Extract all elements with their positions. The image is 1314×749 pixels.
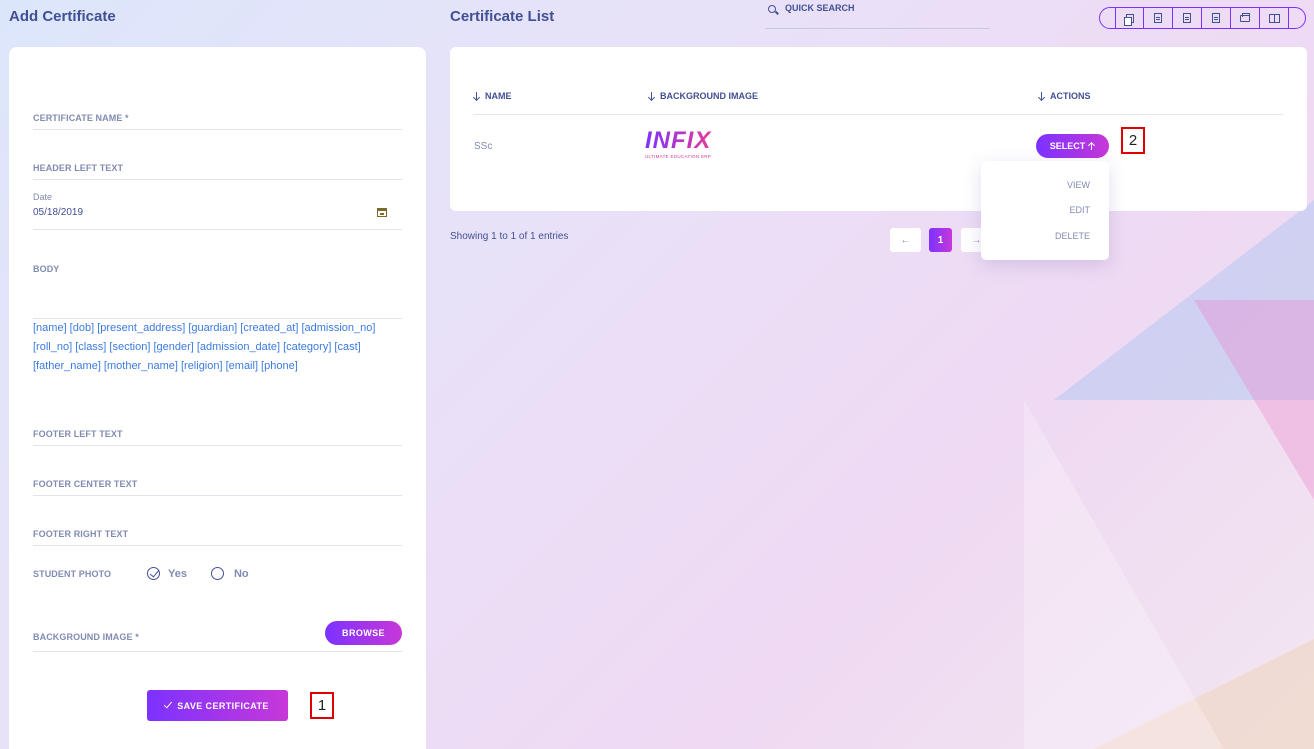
header-divider — [473, 114, 1283, 115]
sort-arrow-icon — [649, 91, 655, 101]
column-header-actions[interactable]: ACTIONS — [1039, 91, 1091, 101]
page-button-1[interactable]: 1 — [929, 228, 952, 252]
background-image-thumbnail: INFIX ULTIMATE EDUCATION ERP — [645, 129, 727, 165]
footer-right-text-field[interactable]: FOOTER RIGHT TEXT — [33, 529, 402, 546]
footer-right-text-label: FOOTER RIGHT TEXT — [33, 529, 129, 539]
background-shape — [1024, 400, 1224, 749]
excel-icon — [1154, 13, 1162, 23]
arrow-up-icon — [1089, 142, 1095, 150]
header-left-text-field[interactable]: HEADER LEFT TEXT — [33, 163, 402, 180]
photo-no-radio[interactable]: No — [210, 567, 249, 580]
columns-icon — [1268, 13, 1280, 23]
quick-search[interactable] — [765, 3, 990, 29]
csv-icon — [1183, 13, 1191, 23]
footer-left-text-label: FOOTER LEFT TEXT — [33, 429, 123, 439]
sort-arrow-icon — [1039, 91, 1045, 101]
search-input[interactable] — [785, 3, 985, 13]
date-value: 05/18/2019 — [33, 207, 84, 218]
select-actions-button[interactable]: SELECT — [1036, 134, 1109, 158]
certificate-list-title: Certificate List — [450, 8, 555, 25]
copy-button[interactable] — [1115, 8, 1144, 28]
photo-no-label: No — [233, 567, 249, 580]
print-icon — [1240, 12, 1250, 22]
check-circle-icon — [147, 567, 160, 580]
body-label: BODY — [33, 264, 60, 274]
save-certificate-button[interactable]: SAVE CERTIFICATE — [147, 690, 288, 721]
sort-arrow-icon — [474, 91, 480, 101]
annotation-marker-2: 2 — [1121, 127, 1145, 154]
previous-page-button[interactable]: ← — [890, 228, 921, 252]
pdf-button[interactable] — [1202, 8, 1231, 28]
column-header-name[interactable]: NAME — [474, 91, 512, 101]
date-field[interactable]: Date 05/18/2019 — [33, 192, 402, 230]
pdf-icon — [1212, 13, 1220, 23]
photo-yes-radio[interactable]: Yes — [147, 567, 187, 580]
certificate-name-field[interactable]: CERTIFICATE NAME * — [33, 113, 402, 130]
annotation-marker-1: 1 — [310, 692, 334, 719]
save-certificate-label: SAVE CERTIFICATE — [177, 700, 269, 711]
check-icon — [164, 699, 173, 709]
add-certificate-form: CERTIFICATE NAME * HEADER LEFT TEXT Date… — [9, 47, 426, 749]
photo-yes-label: Yes — [168, 567, 187, 580]
export-toolbar — [1099, 7, 1306, 29]
calendar-icon[interactable] — [377, 208, 387, 217]
csv-button[interactable] — [1173, 8, 1202, 28]
column-header-label: BACKGROUND IMAGE — [660, 91, 758, 101]
search-icon — [768, 5, 776, 13]
placeholder-tags: [name] [dob] [present_address] [guardian… — [33, 322, 376, 372]
select-label: SELECT — [1049, 141, 1086, 151]
student-photo-row: STUDENT PHOTO Yes No — [33, 567, 249, 580]
background-shape — [1194, 300, 1314, 500]
actions-dropdown: VIEW EDIT DELETE — [981, 161, 1109, 260]
footer-center-text-label: FOOTER CENTER TEXT — [33, 479, 138, 489]
browse-button[interactable]: BROWSE — [325, 621, 402, 645]
menu-item-delete[interactable]: DELETE — [1055, 231, 1090, 241]
column-header-background-image[interactable]: BACKGROUND IMAGE — [649, 91, 758, 101]
column-header-label: NAME — [485, 91, 512, 101]
certificate-table: NAME BACKGROUND IMAGE ACTIONS SSc INFIX … — [450, 47, 1307, 211]
arrow-left-icon: ← — [900, 234, 911, 246]
cell-name: SSc — [474, 141, 493, 152]
footer-center-text-field[interactable]: FOOTER CENTER TEXT — [33, 479, 402, 496]
entries-info: Showing 1 to 1 of 1 entries — [450, 231, 569, 242]
body-field[interactable]: BODY — [33, 264, 402, 319]
certificate-name-label: CERTIFICATE NAME * — [33, 113, 129, 123]
footer-left-text-field[interactable]: FOOTER LEFT TEXT — [33, 429, 402, 446]
add-certificate-title: Add Certificate — [9, 8, 116, 25]
excel-button[interactable] — [1144, 8, 1173, 28]
arrow-right-icon: → — [971, 234, 982, 246]
menu-item-view[interactable]: VIEW — [1067, 180, 1090, 190]
columns-button[interactable] — [1260, 8, 1289, 28]
infix-logo-tagline: ULTIMATE EDUCATION ERP — [645, 154, 712, 159]
radio-circle-icon — [210, 567, 224, 580]
student-photo-label: STUDENT PHOTO — [33, 568, 112, 579]
print-button[interactable] — [1231, 8, 1260, 28]
column-header-label: ACTIONS — [1050, 91, 1091, 101]
header-left-text-label: HEADER LEFT TEXT — [33, 163, 124, 173]
copy-icon — [1123, 13, 1134, 26]
infix-logo: INFIX — [645, 129, 727, 153]
background-shape — [1094, 639, 1314, 749]
menu-item-edit[interactable]: EDIT — [1069, 205, 1090, 215]
date-label: Date — [33, 192, 53, 202]
